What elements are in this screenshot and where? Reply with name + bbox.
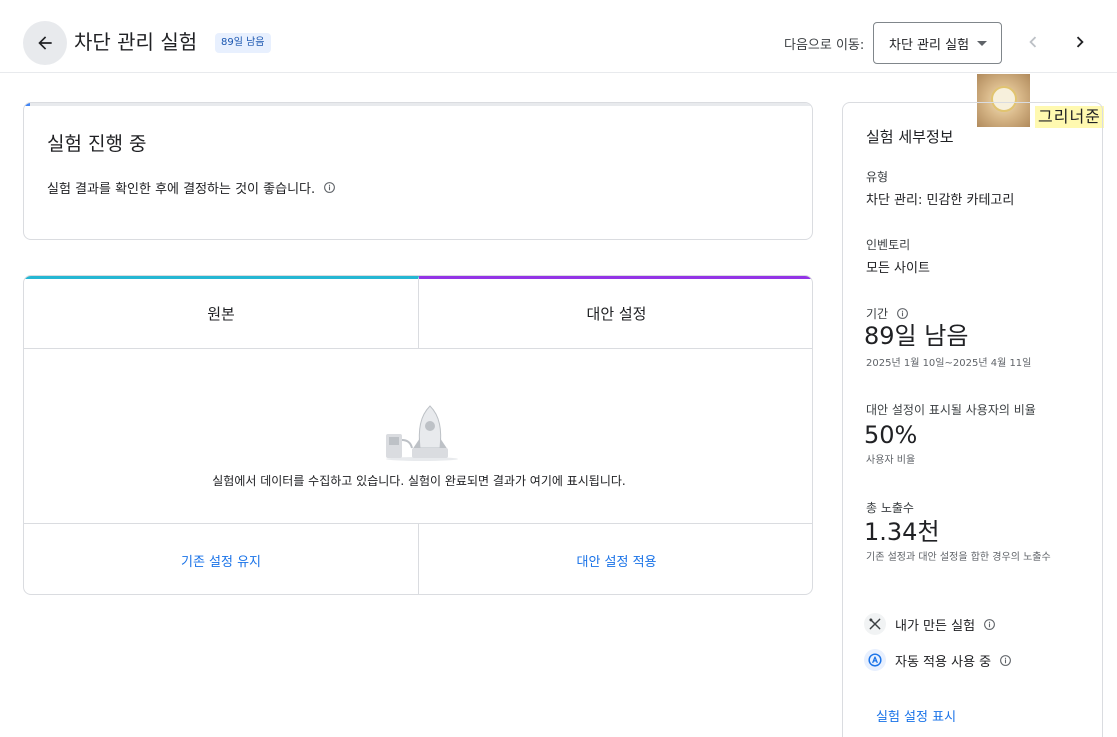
type-label: 유형 (866, 170, 889, 184)
impressions-label: 총 노출수 (866, 501, 914, 515)
collecting-data-message: 실험에서 데이터를 수집하고 있습니다. 실험이 완료되면 결과가 여기에 표시… (212, 474, 626, 488)
details-title: 실험 세부정보 (866, 128, 954, 146)
duration-value: 89일 남음 (864, 322, 969, 350)
tools-icon (864, 613, 886, 635)
back-button[interactable] (23, 21, 67, 65)
chevron-left-icon (1029, 36, 1037, 48)
page-header: 차단 관리 실험 89일 남음 다음으로 이동: 차단 관리 실험 (0, 0, 1117, 73)
type-value: 차단 관리: 민감한 카테고리 (866, 193, 1015, 208)
goto-dropdown-value: 차단 관리 실험 (889, 37, 970, 53)
progress-bar (24, 103, 812, 106)
status-description: 실험 결과를 확인한 후에 결정하는 것이 좋습니다. (47, 178, 336, 197)
info-icon[interactable] (323, 181, 336, 194)
inventory-value: 모든 사이트 (866, 261, 930, 276)
impressions-caption: 기존 설정과 대안 설정을 합한 경우의 노출수 (866, 552, 1051, 563)
inventory-label: 인벤토리 (866, 238, 911, 252)
ratio-caption: 사용자 비율 (866, 455, 916, 466)
ratio-value: 50% (864, 421, 918, 449)
auto-apply-row: 자동 적용 사용 중 (864, 649, 1012, 671)
ratio-label: 대안 설정이 표시될 사용자의 비율 (866, 403, 1036, 417)
duration-range: 2025년 1월 10일~2025년 4월 11일 (866, 358, 1032, 369)
status-description-text: 실험 결과를 확인한 후에 결정하는 것이 좋습니다. (47, 182, 316, 197)
next-button[interactable] (1066, 28, 1094, 56)
page-title: 차단 관리 실험 (74, 30, 198, 54)
goto-dropdown[interactable]: 차단 관리 실험 (873, 22, 1002, 64)
impressions-value: 1.34천 (864, 518, 940, 546)
created-by-me-row: 내가 만든 실험 (864, 613, 996, 635)
comparison-card: 원본 대안 설정 실험에서 데이터를 수집하고 있습니다. 실험이 완료되면 결… (23, 275, 813, 595)
created-by-me-text: 내가 만든 실험 (895, 618, 976, 634)
days-remaining-badge: 89일 남음 (215, 33, 271, 53)
keep-original-button[interactable]: 기존 설정 유지 (24, 524, 419, 594)
created-by-me-info-icon[interactable] (983, 618, 996, 631)
duration-label-text: 기간 (866, 307, 889, 321)
chevron-right-icon (1076, 36, 1084, 48)
duration-info-icon[interactable] (896, 307, 909, 320)
alternative-column-header: 대안 설정 (419, 276, 812, 349)
auto-apply-info-icon[interactable] (999, 654, 1012, 667)
arrow-left-icon (38, 36, 52, 50)
show-experiment-settings-link[interactable]: 실험 설정 표시 (876, 706, 956, 725)
apply-alternative-button[interactable]: 대안 설정 적용 (419, 524, 812, 594)
progress-bar-fill (24, 103, 30, 106)
comparison-actions: 기존 설정 유지 대안 설정 적용 (24, 523, 812, 594)
experiment-status-card: 실험 진행 중 실험 결과를 확인한 후에 결정하는 것이 좋습니다. (23, 102, 813, 240)
caret-down-icon (977, 41, 987, 46)
auto-apply-text: 자동 적용 사용 중 (895, 654, 992, 670)
experiment-details-panel: 실험 세부정보 유형 차단 관리: 민감한 카테고리 인벤토리 모든 사이트 기… (842, 102, 1103, 737)
original-column-header: 원본 (24, 276, 419, 349)
previous-button[interactable] (1019, 28, 1047, 56)
status-title: 실험 진행 중 (47, 133, 147, 155)
auto-apply-icon (864, 649, 886, 671)
rocket-illustration-icon (386, 405, 458, 461)
goto-label: 다음으로 이동: (784, 38, 865, 53)
duration-label: 기간 (866, 305, 909, 322)
